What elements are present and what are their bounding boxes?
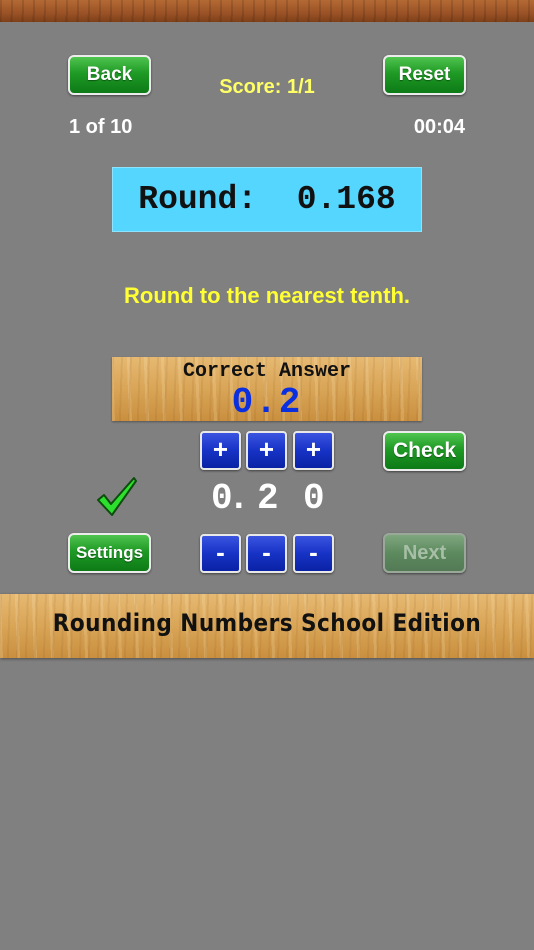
answer-panel: Correct Answer 0.2 — [112, 357, 422, 423]
question-progress: 1 of 10 — [69, 116, 133, 138]
decrement-digit-2-button[interactable]: - — [246, 534, 287, 573]
decimal-point: . — [228, 478, 250, 519]
top-wood-bar — [0, 0, 534, 22]
checkmark-icon — [97, 477, 137, 516]
increment-digit-2-button[interactable]: + — [246, 431, 287, 470]
increment-digit-1-button[interactable]: + — [200, 431, 241, 470]
digit-hundredths: 0 — [303, 478, 325, 519]
timer: 00:04 — [413, 116, 465, 138]
answer-value: 0.2 — [231, 382, 303, 423]
next-button[interactable]: Next — [383, 533, 466, 573]
decrement-digit-3-button[interactable]: - — [293, 534, 334, 573]
instruction-text: Round to the nearest tenth. — [124, 283, 410, 308]
check-button[interactable]: Check — [383, 431, 466, 471]
digit-tenths: 2 — [257, 478, 279, 519]
app-title: Rounding Numbers School Edition — [52, 609, 482, 637]
answer-title: Correct Answer — [182, 360, 352, 383]
app-title-banner: Rounding Numbers School Edition — [0, 594, 534, 658]
reset-button[interactable]: Reset — [383, 55, 466, 95]
increment-digit-3-button[interactable]: + — [293, 431, 334, 470]
settings-button[interactable]: Settings — [68, 533, 151, 573]
question-box: Round: 0.168 — [112, 167, 422, 232]
answer-input-digits: 0 . 2 0 — [200, 478, 340, 522]
question-prompt: Round: 0.168 — [138, 181, 396, 218]
back-button[interactable]: Back — [68, 55, 151, 95]
score-label: Score: 1/1 — [219, 76, 315, 98]
decrement-digit-1-button[interactable]: - — [200, 534, 241, 573]
